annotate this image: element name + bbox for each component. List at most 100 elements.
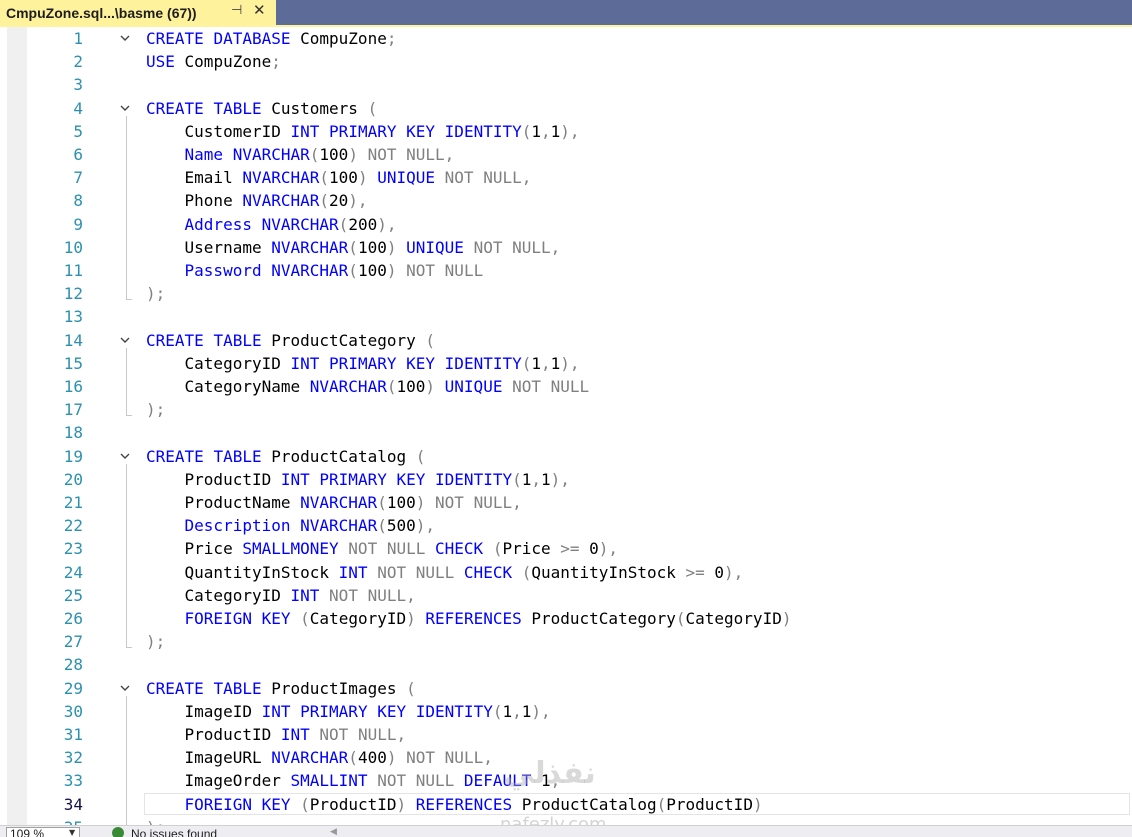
identifier-token — [252, 609, 262, 628]
identifier-token — [348, 725, 358, 744]
code-line[interactable]: 13 — [0, 305, 1132, 328]
keyword-token: NVARCHAR — [271, 748, 349, 768]
fold-chevron-icon[interactable] — [119, 102, 131, 114]
code-line[interactable]: 17); — [0, 398, 1132, 421]
code-text: ProductName NVARCHAR(100) NOT NULL, — [146, 491, 522, 514]
code-line[interactable]: 33 ImageOrder SMALLINT NOT NULL DEFAULT … — [0, 769, 1132, 792]
keyword-token: IDENTITY — [444, 353, 522, 373]
operator-token: ); — [146, 284, 166, 304]
code-line[interactable]: 19 CREATE TABLE ProductCatalog ( — [0, 445, 1132, 468]
identifier-token — [339, 539, 349, 558]
code-text: ); — [146, 816, 165, 825]
operator-token: ( — [338, 214, 349, 234]
identifier-token — [502, 377, 512, 396]
operator-token: ) — [406, 609, 416, 628]
code-editor[interactable]: 1 CREATE DATABASE CompuZone; 2 USE CompuZon… — [0, 27, 1132, 825]
code-line[interactable]: 34 FOREIGN KEY (ProductID) REFERENCES Pr… — [0, 792, 1132, 816]
operator-token: NOT — [473, 237, 503, 257]
code-text: CategoryID INT PRIMARY KEY IDENTITY(1,1)… — [146, 352, 580, 375]
operator-token: NULL — [473, 493, 513, 512]
operator-token: NOT — [329, 585, 358, 605]
identifier-token: CategoryID — [146, 353, 291, 373]
keyword-token: Address — [184, 214, 252, 234]
code-line[interactable]: 23 Price SMALLMONEY NOT NULL CHECK (Pric… — [0, 537, 1132, 560]
identifier-token — [502, 238, 512, 257]
code-line[interactable]: 28 — [0, 653, 1132, 676]
keyword-token: FOREIGN — [184, 794, 252, 814]
line-number: 16 — [63, 377, 83, 396]
operator-token: ), — [550, 469, 570, 489]
code-line[interactable]: 3 — [0, 73, 1132, 96]
pin-icon[interactable]: ⊣ — [231, 3, 242, 18]
code-line[interactable]: 25 CategoryID INT NOT NULL, — [0, 584, 1132, 607]
keyword-token: CHECK — [435, 539, 484, 559]
line-number: 7 — [73, 168, 83, 188]
operator-token: ( — [309, 145, 320, 164]
scroll-left-icon[interactable]: ◀ — [330, 827, 337, 837]
fold-chevron-icon[interactable] — [119, 32, 131, 44]
code-line[interactable]: 21 ProductName NVARCHAR(100) NOT NULL, — [0, 491, 1132, 514]
line-number: 34 — [63, 794, 83, 814]
fold-chevron-icon[interactable] — [119, 682, 131, 694]
keyword-token: KEY — [406, 353, 436, 373]
identifier-token: 1 — [521, 469, 532, 489]
identifier-token — [396, 748, 406, 767]
operator-token: , — [483, 748, 493, 768]
operator-token: NULL — [406, 145, 445, 164]
code-line[interactable]: 32 ImageURL NVARCHAR(400) NOT NULL, — [0, 746, 1132, 769]
code-line[interactable]: 9 Address NVARCHAR(200), — [0, 213, 1132, 236]
identifier-token — [464, 493, 474, 512]
code-line[interactable]: 30 ImageID INT PRIMARY KEY IDENTITY(1,1)… — [0, 700, 1132, 723]
document-tab[interactable]: CmpuZone.sql...\basme (67)) ⊣ ✕ — [0, 0, 276, 25]
code-line[interactable]: 29 CREATE TABLE ProductImages ( — [0, 677, 1132, 700]
code-line[interactable]: 22 Description NVARCHAR(500), — [0, 514, 1132, 537]
identifier-token: 100 — [357, 261, 387, 280]
code-line[interactable]: 31 ProductID INT NOT NULL, — [0, 723, 1132, 746]
operator-token: , — [541, 121, 551, 141]
code-line[interactable]: 6 Name NVARCHAR(100) NOT NULL, — [0, 143, 1132, 166]
code-line[interactable]: 1 CREATE DATABASE CompuZone; — [0, 27, 1132, 50]
operator-token: ) — [415, 493, 426, 512]
code-text: FOREIGN KEY (ProductID) REFERENCES Produ… — [146, 793, 763, 816]
code-line[interactable]: 4 CREATE TABLE Customers ( — [0, 97, 1132, 120]
identifier-token: Price — [146, 539, 243, 559]
code-line[interactable]: 12); — [0, 282, 1132, 305]
code-line[interactable]: 5 CustomerID INT PRIMARY KEY IDENTITY(1,… — [0, 120, 1132, 143]
code-line[interactable]: 20 ProductID INT PRIMARY KEY IDENTITY(1,… — [0, 468, 1132, 491]
code-line[interactable]: 35); — [0, 816, 1132, 825]
keyword-token: USE — [146, 52, 175, 72]
code-line[interactable]: 8 Phone NVARCHAR(20), — [0, 189, 1132, 212]
keyword-token: CREATE — [146, 98, 204, 118]
code-line[interactable]: 27); — [0, 630, 1132, 653]
close-icon[interactable]: ✕ — [253, 1, 266, 19]
code-line[interactable]: 10 Username NVARCHAR(100) UNIQUE NOT NUL… — [0, 236, 1132, 259]
operator-token: ), — [348, 191, 368, 211]
code-text: ProductID INT NOT NULL, — [146, 723, 407, 746]
code-line[interactable]: 16 CategoryName NVARCHAR(100) UNIQUE NOT… — [0, 375, 1132, 398]
line-number: 29 — [63, 678, 83, 698]
code-line[interactable]: 26 FOREIGN KEY (CategoryID) REFERENCES P… — [0, 607, 1132, 630]
fold-chevron-icon[interactable] — [119, 334, 131, 346]
code-text: Phone NVARCHAR(20), — [146, 189, 368, 212]
operator-token: ( — [300, 609, 310, 628]
identifier-token: ProductID — [666, 794, 753, 814]
identifier-token: ImageURL — [146, 748, 272, 768]
code-line[interactable]: 2 USE CompuZone; — [0, 50, 1132, 73]
identifier-token — [368, 168, 378, 187]
code-line[interactable]: 24 QuantityInStock INT NOT NULL CHECK (Q… — [0, 561, 1132, 584]
code-line[interactable]: 11 Password NVARCHAR(100) NOT NULL — [0, 259, 1132, 282]
operator-token: ( — [425, 330, 436, 350]
fold-chevron-icon[interactable] — [119, 450, 131, 462]
code-line[interactable]: 7 Email NVARCHAR(100) UNIQUE NOT NULL, — [0, 166, 1132, 189]
issues-indicator[interactable]: No issues found — [112, 827, 217, 837]
identifier-token — [512, 563, 522, 582]
code-line[interactable]: 18 — [0, 421, 1132, 444]
operator-token: , — [521, 168, 532, 188]
code-line[interactable]: 14 CREATE TABLE ProductCategory ( — [0, 329, 1132, 352]
zoom-dropdown[interactable]: 109 % ▼ — [6, 827, 80, 837]
operator-token: ( — [415, 446, 426, 466]
identifier-token — [416, 609, 426, 628]
identifier-token — [223, 145, 233, 164]
code-line[interactable]: 15 CategoryID INT PRIMARY KEY IDENTITY(1… — [0, 352, 1132, 375]
keyword-token: NVARCHAR — [309, 377, 387, 396]
